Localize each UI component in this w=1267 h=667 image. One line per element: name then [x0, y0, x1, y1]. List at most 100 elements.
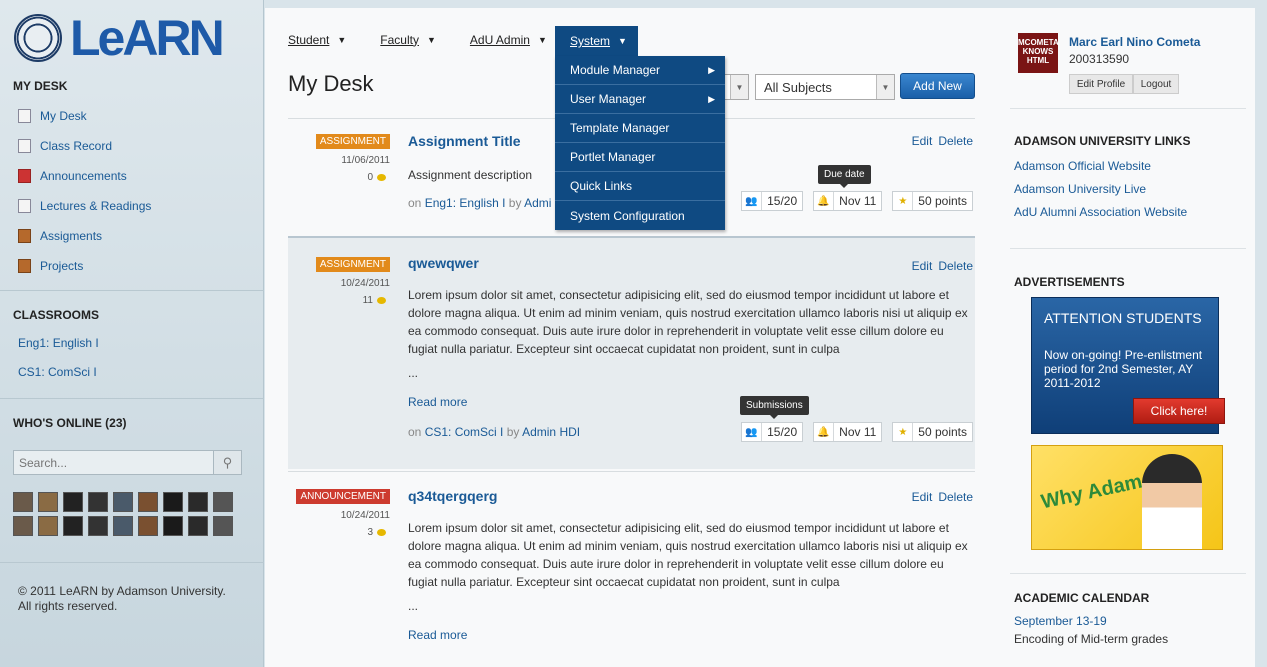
search-icon[interactable]: ⚲	[213, 451, 241, 474]
online-user-avatar[interactable]	[138, 516, 158, 536]
online-user-avatar[interactable]	[188, 492, 208, 512]
stat-value: 50 points	[918, 194, 967, 208]
points-stat[interactable]: ★ 50 points	[892, 422, 973, 442]
nav-faculty[interactable]: Faculty ▼	[380, 26, 436, 53]
online-user-avatar[interactable]	[163, 492, 183, 512]
divider	[0, 398, 264, 399]
delete-link[interactable]: Delete	[938, 490, 973, 504]
online-user-avatar[interactable]	[113, 492, 133, 512]
sidebar-item-label[interactable]: Announcements	[40, 169, 127, 183]
copyright: © 2011 LeARN by Adamson University. All …	[18, 584, 226, 614]
online-user-avatar[interactable]	[13, 516, 33, 536]
sidebar-item-label[interactable]: Class Record	[40, 139, 112, 153]
menu-item-system-configuration[interactable]: System Configuration	[555, 201, 725, 230]
edit-link[interactable]: Edit	[912, 490, 933, 504]
book-icon	[18, 259, 31, 273]
online-user-avatar[interactable]	[88, 516, 108, 536]
edit-link[interactable]: Edit	[912, 134, 933, 148]
submissions-stat[interactable]: 👥 15/20	[741, 191, 804, 211]
read-more-link[interactable]: Read more	[408, 395, 467, 409]
menu-item-module-manager[interactable]: Module Manager ▶	[555, 56, 725, 85]
sidebar-item-label[interactable]: My Desk	[40, 109, 87, 123]
online-user-avatar[interactable]	[38, 516, 58, 536]
online-user-avatar[interactable]	[213, 516, 233, 536]
online-user-avatar[interactable]	[38, 492, 58, 512]
read-more-link[interactable]: Read more	[408, 628, 467, 642]
menu-item-portlet-manager[interactable]: Portlet Manager	[555, 143, 725, 172]
sidebar-item-label[interactable]: Projects	[40, 259, 83, 273]
online-user-avatar[interactable]	[88, 492, 108, 512]
nav-adu-admin[interactable]: AdU Admin ▼	[470, 26, 547, 53]
online-user-avatar[interactable]	[188, 516, 208, 536]
add-new-button[interactable]: Add New	[900, 73, 975, 99]
post-title[interactable]: Assignment Title	[408, 133, 521, 149]
points-stat[interactable]: ★ 50 points	[892, 191, 973, 211]
subjects-select[interactable]: All Subjects ▼	[755, 74, 895, 100]
post-date: 10/24/2011	[340, 278, 390, 289]
logo[interactable]: LeARN	[14, 13, 225, 63]
sidebar-item-projects[interactable]: Projects	[18, 251, 151, 281]
online-user-avatar[interactable]	[113, 516, 133, 536]
delete-link[interactable]: Delete	[938, 259, 973, 273]
sidebar-item-class-record[interactable]: Class Record	[18, 131, 151, 161]
divider	[0, 290, 264, 291]
stat-value: 50 points	[918, 425, 967, 439]
online-user-avatar[interactable]	[163, 516, 183, 536]
post-title[interactable]: q34tqergqerg	[408, 488, 497, 504]
comment-count[interactable]: 3	[367, 527, 386, 538]
link-official-website[interactable]: Adamson Official Website	[1014, 159, 1151, 173]
author-link[interactable]: Admin HDI	[522, 425, 580, 439]
submissions-tooltip: Submissions	[740, 396, 809, 419]
nav-student[interactable]: Student ▼	[288, 26, 346, 53]
classroom-item[interactable]: CS1: ComSci I	[18, 357, 99, 386]
online-user-avatar[interactable]	[138, 492, 158, 512]
post-type-badge: ASSIGNMENT	[315, 257, 390, 272]
author-link[interactable]: Admi	[524, 196, 551, 210]
post-date: 10/24/2011	[340, 510, 390, 521]
comment-count-value: 11	[362, 295, 373, 306]
calendar-date-link[interactable]: September 13-19	[1014, 614, 1107, 628]
post-item: ANNOUNCEMENT 10/24/2011 3 q34tqergqerg E…	[288, 471, 975, 667]
course-link[interactable]: CS1: ComSci I	[425, 425, 504, 439]
classroom-link[interactable]: Eng1: English I	[18, 336, 99, 350]
online-user-avatar[interactable]	[13, 492, 33, 512]
user-avatar[interactable]: MCOMETA KNOWS HTML	[1018, 33, 1059, 73]
sidebar-item-assignments[interactable]: Assigments	[18, 221, 151, 251]
post-title[interactable]: qwewqwer	[408, 255, 479, 271]
sidebar-item-lectures[interactable]: Lectures & Readings	[18, 191, 151, 221]
online-user-avatar[interactable]	[63, 492, 83, 512]
sidebar-nav: My Desk Class Record Announcements Lectu…	[18, 101, 151, 281]
comment-count[interactable]: 11	[363, 295, 386, 306]
online-user-avatar[interactable]	[213, 492, 233, 512]
link-alumni-association[interactable]: AdU Alumni Association Website	[1014, 205, 1187, 219]
menu-item-template-manager[interactable]: Template Manager	[555, 114, 725, 143]
sidebar-item-label[interactable]: Assigments	[40, 229, 102, 243]
post-ellipsis: ...	[408, 366, 419, 380]
classroom-link[interactable]: CS1: ComSci I	[18, 365, 97, 379]
nav-label: System	[570, 34, 611, 48]
edit-link[interactable]: Edit	[912, 259, 933, 273]
sidebar-item-my-desk[interactable]: My Desk	[18, 101, 151, 131]
ad-click-here-button[interactable]: Click here!	[1133, 398, 1225, 424]
sidebar-item-announcements[interactable]: Announcements	[18, 161, 151, 191]
logout-button[interactable]: Logout	[1133, 74, 1179, 94]
why-adamson-banner[interactable]: Why Adamson?	[1031, 445, 1223, 550]
submissions-stat[interactable]: 👥 15/20	[741, 422, 804, 442]
online-search-input[interactable]	[14, 451, 214, 474]
due-date-stat[interactable]: 🔔 Nov 11	[813, 422, 883, 442]
filter-select[interactable]: ▼	[722, 74, 749, 100]
nav-system[interactable]: System ▼	[555, 26, 638, 56]
delete-link[interactable]: Delete	[938, 134, 973, 148]
comment-count[interactable]: 0	[367, 172, 386, 183]
online-search: ⚲	[13, 450, 242, 475]
classroom-item[interactable]: Eng1: English I	[18, 328, 99, 357]
menu-item-quick-links[interactable]: Quick Links	[555, 172, 725, 201]
link-university-live[interactable]: Adamson University Live	[1014, 182, 1146, 196]
user-name[interactable]: Marc Earl Nino Cometa	[1069, 35, 1200, 49]
due-date-stat[interactable]: 🔔 Nov 11	[813, 191, 883, 211]
sidebar-item-label[interactable]: Lectures & Readings	[40, 199, 151, 213]
course-link[interactable]: Eng1: English I	[425, 196, 506, 210]
menu-item-user-manager[interactable]: User Manager ▶	[555, 85, 725, 114]
edit-profile-button[interactable]: Edit Profile	[1069, 74, 1133, 94]
online-user-avatar[interactable]	[63, 516, 83, 536]
